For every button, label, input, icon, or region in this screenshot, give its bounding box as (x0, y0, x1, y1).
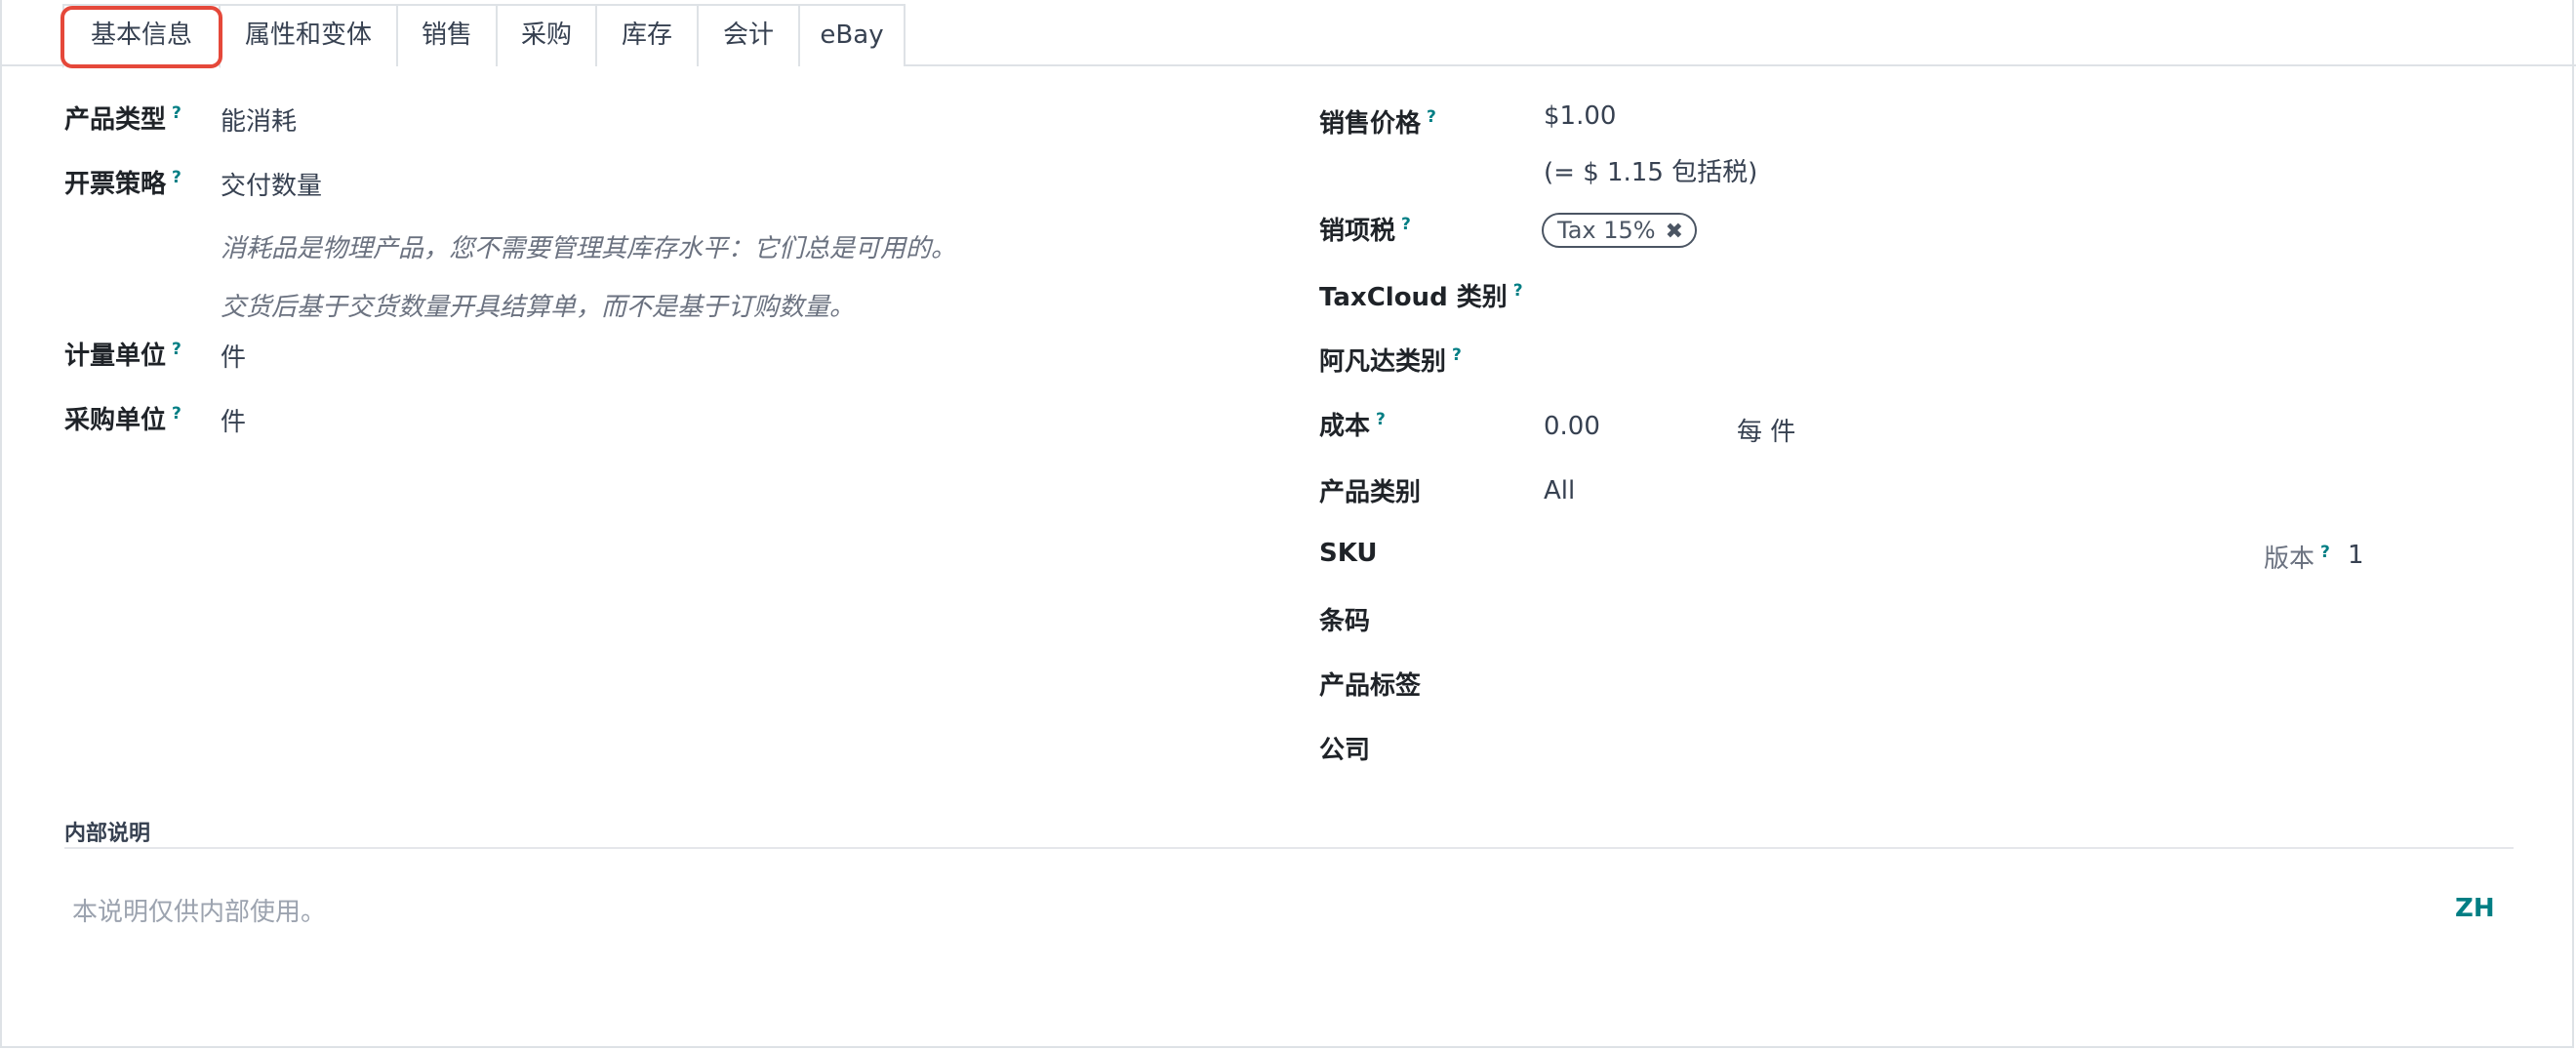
help-icon[interactable]: ? (172, 340, 181, 359)
tax-included-price: (= $ 1.15 包括税) (1544, 158, 1758, 187)
divider (64, 847, 2514, 849)
version-label: 版本? (2264, 543, 2330, 574)
help-icon[interactable]: ? (1376, 410, 1386, 429)
tax-tag[interactable]: Tax 15% ✖ (1542, 213, 1698, 248)
tab-sales[interactable]: 销售 (396, 4, 498, 66)
tax-tag-label: Tax 15% (1557, 217, 1656, 244)
cost-label: 成本? (1319, 410, 1386, 441)
tab-ebay[interactable]: eBay (798, 4, 906, 66)
tab-attributes-variants[interactable]: 属性和变体 (219, 4, 398, 66)
help-icon[interactable]: ? (172, 404, 181, 424)
help-icon[interactable]: ? (172, 103, 181, 123)
taxcloud-category-label: TaxCloud 类别? (1319, 281, 1523, 312)
barcode-label: 条码 (1319, 607, 1371, 636)
form-sheet (0, 0, 2574, 1048)
company-label: 公司 (1319, 736, 1371, 765)
product-category-label: 产品类别 (1319, 478, 1422, 507)
product-type-field[interactable]: 能消耗 (221, 101, 297, 138)
cost-per-unit: 每 件 (1737, 418, 1796, 447)
tab-inventory[interactable]: 库存 (595, 4, 699, 66)
product-type-label: 产品类型? (64, 103, 181, 135)
help-icon[interactable]: ? (1401, 215, 1411, 234)
avatax-category-label: 阿凡达类别? (1319, 345, 1462, 377)
close-icon[interactable]: ✖ (1666, 220, 1683, 244)
help-icon[interactable]: ? (1513, 281, 1523, 301)
version-field[interactable]: 1 (2348, 541, 2364, 570)
invoice-policy-hint: 交货后基于交货数量开具结算单，而不是基于订购数量。 (221, 293, 856, 322)
sales-price-field[interactable]: $1.00 (1544, 101, 1616, 131)
product-category-field[interactable]: All (1544, 476, 1575, 505)
invoice-policy-label: 开票策略? (64, 168, 181, 199)
language-button[interactable]: ZH (2455, 894, 2495, 923)
purchase-uom-label: 采购单位? (64, 404, 181, 435)
sku-label: SKU (1319, 539, 1378, 568)
help-icon[interactable]: ? (2320, 543, 2330, 562)
cost-field[interactable]: 0.00 (1544, 412, 1600, 441)
sales-price-label: 销售价格? (1319, 107, 1436, 139)
purchase-uom-field[interactable]: 件 (221, 402, 246, 438)
help-icon[interactable]: ? (1452, 345, 1462, 365)
product-tags-label: 产品标签 (1319, 671, 1422, 701)
consumable-hint: 消耗品是物理产品，您不需要管理其库存水平：它们总是可用的。 (221, 234, 957, 263)
internal-notes-input[interactable]: 本说明仅供内部使用。 (72, 892, 326, 928)
uom-field[interactable]: 件 (221, 338, 246, 374)
tab-purchase[interactable]: 采购 (496, 4, 597, 66)
notebook-tabs: 基本信息 属性和变体 销售 采购 库存 会计 eBay (0, 0, 2576, 68)
invoice-policy-field[interactable]: 交付数量 (221, 166, 322, 202)
internal-notes-title: 内部说明 (64, 822, 151, 846)
sales-tax-label: 销项税? (1319, 215, 1411, 246)
uom-label: 计量单位? (64, 340, 181, 371)
tab-accounting[interactable]: 会计 (697, 4, 800, 66)
help-icon[interactable]: ? (172, 168, 181, 187)
tab-general-information[interactable]: 基本信息 (62, 4, 221, 68)
help-icon[interactable]: ? (1427, 107, 1436, 127)
